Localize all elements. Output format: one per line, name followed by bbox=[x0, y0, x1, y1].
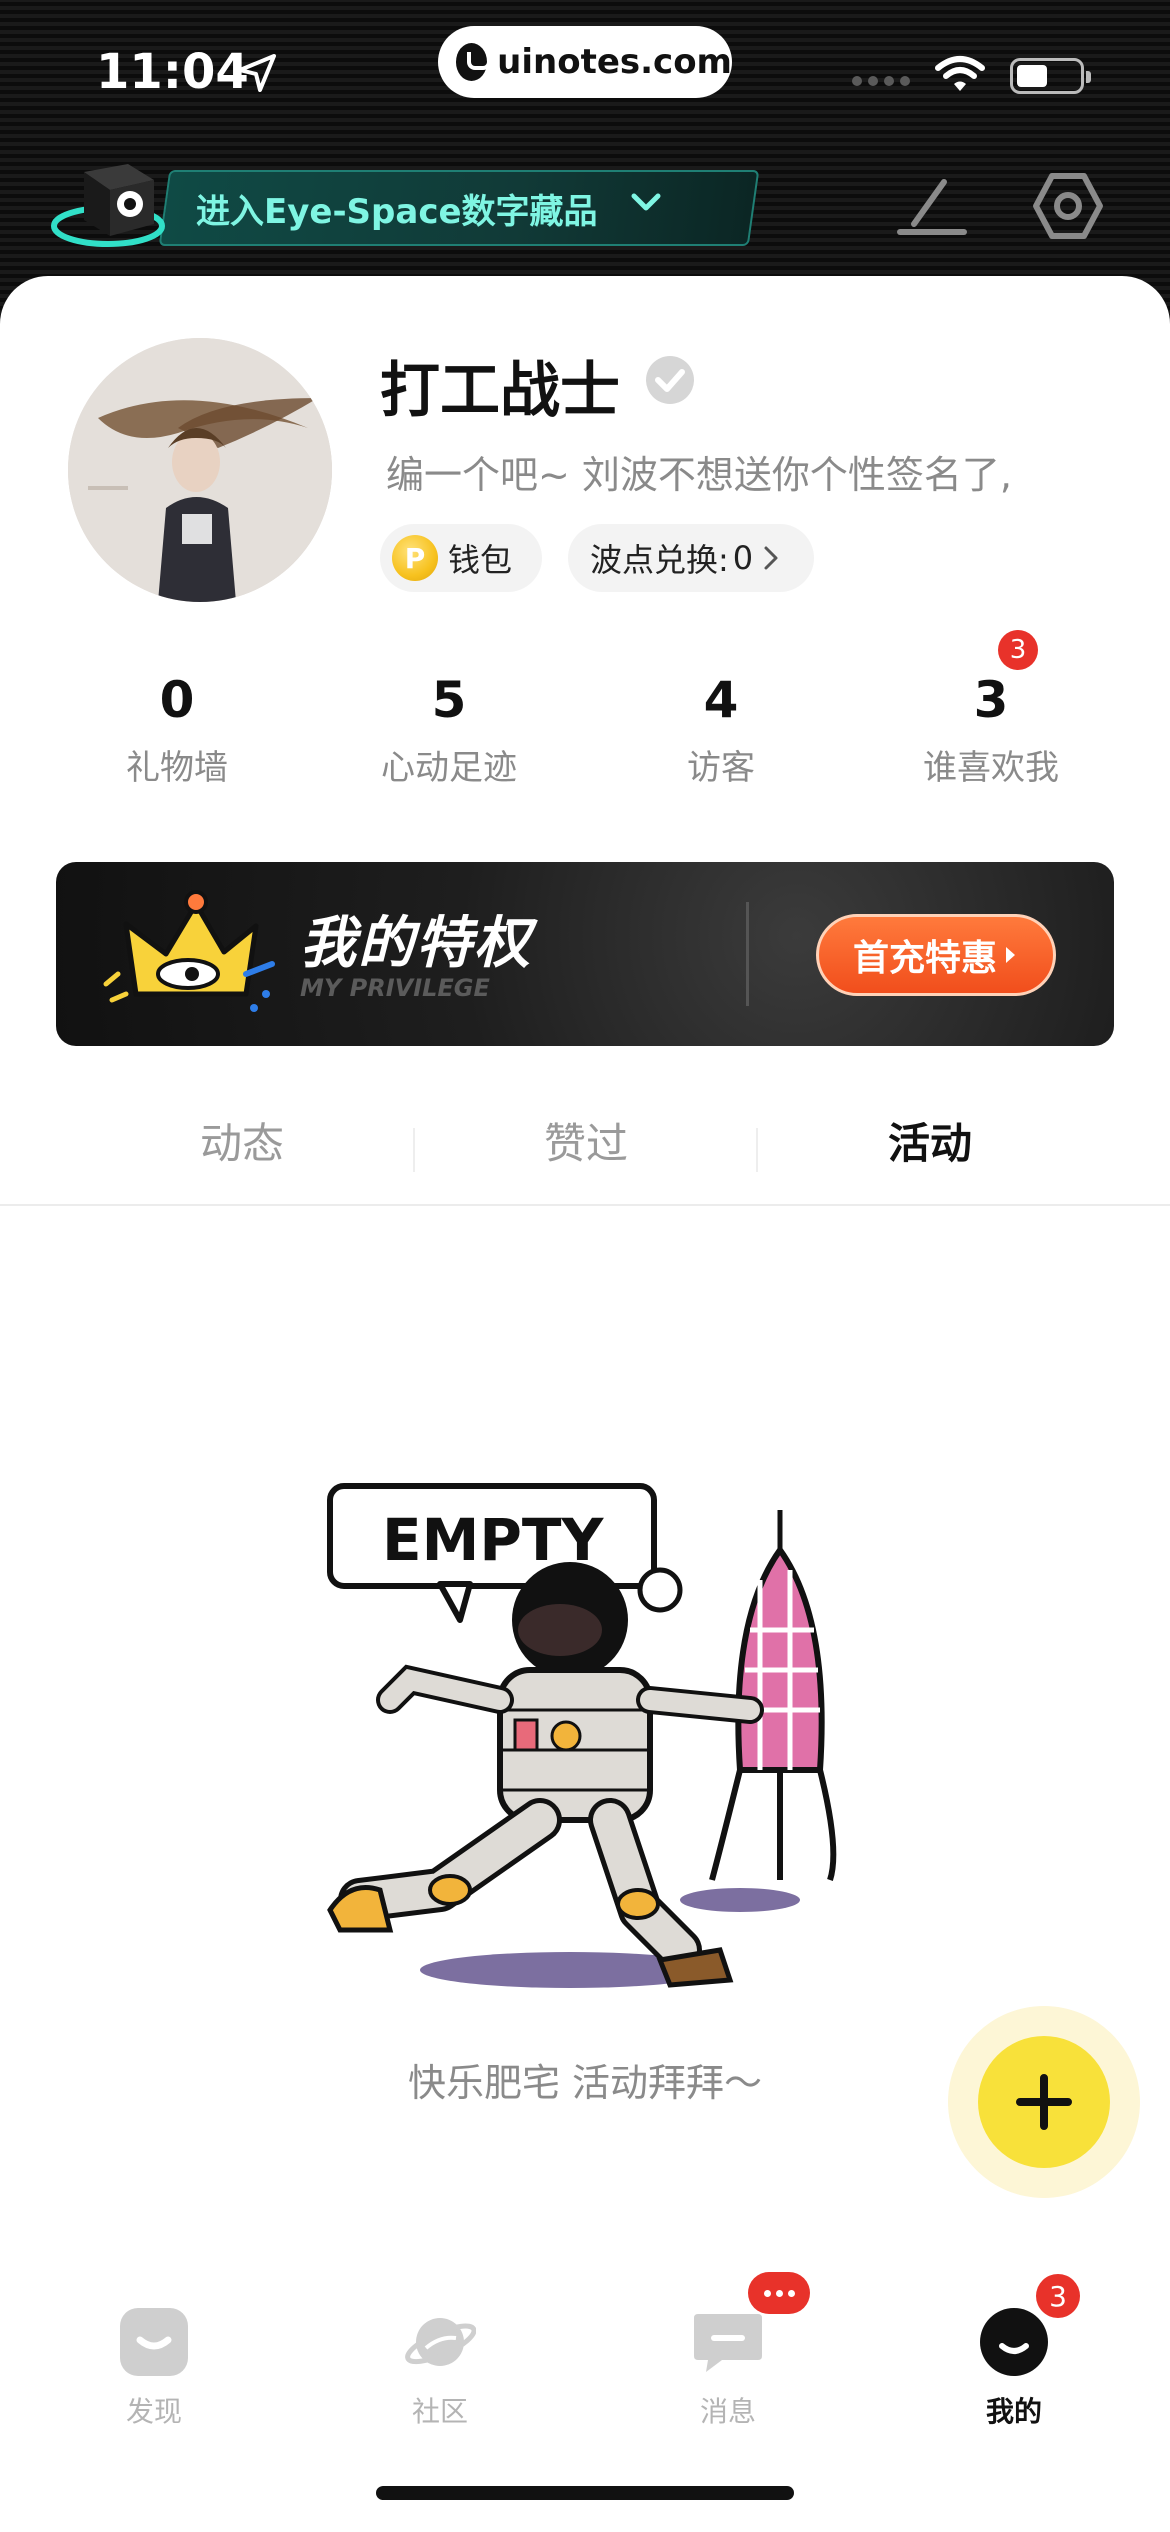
empty-astronaut-illustration: EMPTY bbox=[327, 1483, 837, 1988]
eye-space-label: 进入Eye-Space数字藏品 bbox=[196, 192, 598, 232]
battery-icon bbox=[1010, 58, 1091, 94]
stat-heart-footprints[interactable]: 5 心动足迹 bbox=[314, 664, 584, 789]
privilege-title: 我的特权 bbox=[300, 911, 532, 976]
stat-label: 谁喜欢我 bbox=[923, 748, 1059, 788]
tabbar-item-me[interactable]: 我的 bbox=[914, 2270, 1114, 2430]
stat-label: 访客 bbox=[687, 748, 755, 788]
settings-gear-icon[interactable] bbox=[1030, 168, 1106, 244]
stat-value: 0 bbox=[159, 671, 195, 729]
edit-pen-icon[interactable] bbox=[894, 174, 970, 238]
stat-value: 3 bbox=[973, 671, 1009, 729]
first-recharge-label: 首充特惠 bbox=[852, 938, 997, 979]
wallet-label: 钱包 bbox=[448, 541, 513, 579]
discover-icon bbox=[120, 2308, 188, 2376]
crown-eye-icon bbox=[103, 890, 275, 1012]
tabbar-item-community[interactable]: 社区 bbox=[340, 2270, 540, 2430]
wifi-icon bbox=[935, 56, 985, 91]
points-exchange-button[interactable]: 波点兑换: 0 bbox=[568, 524, 814, 592]
coin-icon: P bbox=[392, 535, 438, 581]
chevron-right-icon bbox=[1006, 947, 1015, 963]
tabbar-label: 消息 bbox=[699, 2395, 756, 2428]
tabbar-label: 我的 bbox=[985, 2395, 1042, 2428]
tabbar-label: 社区 bbox=[411, 2395, 468, 2428]
tab-divider bbox=[756, 1128, 758, 1172]
stat-gift-wall[interactable]: 0 礼物墙 bbox=[42, 664, 312, 789]
chevron-down-icon bbox=[631, 193, 661, 211]
stat-who-likes-me[interactable]: 3 谁喜欢我 bbox=[856, 664, 1126, 789]
signature-text[interactable]: 编一个吧~ 刘波不想送你个性签名了, bbox=[386, 444, 1106, 499]
tab-liked[interactable]: 赞过 bbox=[416, 1110, 756, 1171]
plus-icon bbox=[1016, 2074, 1072, 2130]
home-indicator[interactable] bbox=[376, 2486, 794, 2500]
points-label: 波点兑换: bbox=[590, 541, 729, 579]
profile-card bbox=[0, 276, 1170, 2532]
planet-icon bbox=[405, 2318, 476, 2366]
content-tabs: 动态 赞过 活动 bbox=[0, 1090, 1170, 1206]
privilege-divider bbox=[746, 902, 749, 1006]
create-post-button[interactable] bbox=[978, 2036, 1110, 2168]
first-recharge-button[interactable]: 首充特惠 bbox=[816, 914, 1056, 996]
username: 打工战士 bbox=[380, 356, 620, 426]
bottom-tab-bar: 发现 社区 消息 我的 bbox=[0, 2270, 1170, 2450]
tabbar-item-discover[interactable]: 发现 bbox=[54, 2270, 254, 2430]
status-time: 11:04 bbox=[96, 44, 249, 100]
avatar-image bbox=[68, 338, 332, 602]
stat-label: 礼物墙 bbox=[126, 748, 228, 788]
me-icon bbox=[980, 2308, 1048, 2376]
chevron-right-icon bbox=[764, 546, 778, 570]
points-value: 0 bbox=[732, 539, 754, 577]
avatar[interactable] bbox=[68, 338, 332, 602]
cellular-signal-icon bbox=[852, 76, 910, 86]
location-arrow-icon bbox=[238, 54, 276, 92]
privilege-banner[interactable]: 我的特权 MY PRIVILEGE 首充特惠 bbox=[56, 862, 1114, 1046]
tabbar-label: 发现 bbox=[125, 2395, 182, 2428]
stat-value: 4 bbox=[703, 671, 739, 729]
tab-moments[interactable]: 动态 bbox=[72, 1110, 412, 1171]
wallet-button[interactable]: P 钱包 bbox=[380, 524, 542, 592]
message-icon bbox=[694, 2314, 762, 2372]
privilege-subtitle: MY PRIVILEGE bbox=[300, 974, 490, 1002]
me-notification-badge: 3 bbox=[1036, 2274, 1080, 2318]
status-bar: 11:04 uinotes.com bbox=[0, 0, 1170, 140]
eye-cube-icon bbox=[51, 164, 165, 247]
message-unread-badge bbox=[748, 2272, 810, 2314]
likes-count-badge: 3 bbox=[998, 630, 1038, 670]
stat-visitors[interactable]: 4 访客 bbox=[586, 664, 856, 789]
stats-row: 0 礼物墙 5 心动足迹 4 访客 3 谁喜欢我 bbox=[0, 664, 1170, 804]
tab-divider bbox=[413, 1128, 415, 1172]
stat-label: 心动足迹 bbox=[381, 748, 517, 788]
url-text: uinotes.com bbox=[497, 42, 732, 82]
url-pill[interactable]: uinotes.com bbox=[438, 26, 732, 98]
site-logo-icon bbox=[456, 43, 492, 81]
verified-check-icon[interactable] bbox=[644, 354, 696, 406]
tab-activities[interactable]: 活动 bbox=[760, 1110, 1100, 1171]
eye-space-entry[interactable]: 进入Eye-Space数字藏品 bbox=[44, 158, 760, 250]
stat-value: 5 bbox=[431, 671, 467, 729]
